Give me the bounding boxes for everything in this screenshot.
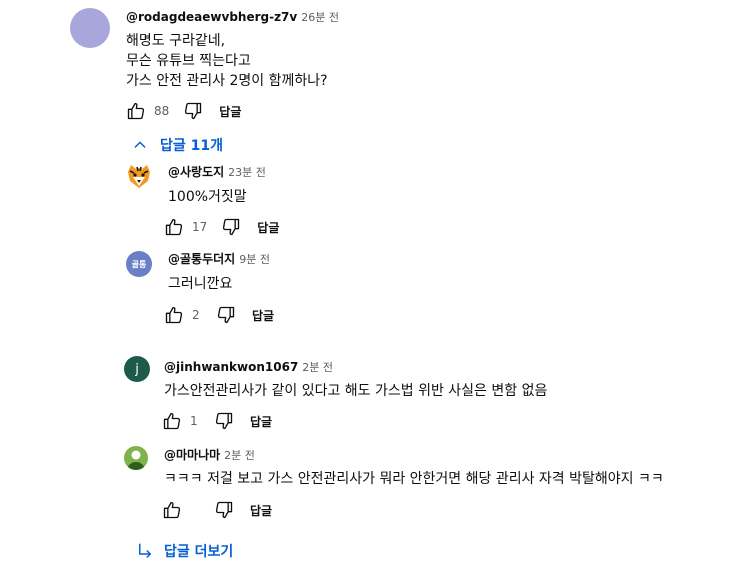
reply-time[interactable]: 23분 전 xyxy=(228,166,266,179)
dislike-button[interactable] xyxy=(212,409,236,433)
reply-button[interactable]: 답글 xyxy=(250,502,272,519)
like-button[interactable] xyxy=(124,99,148,123)
avatar-initials: 골통 xyxy=(131,259,147,269)
reply-author[interactable]: @마마나마 xyxy=(164,448,220,462)
avatar[interactable] xyxy=(124,446,148,470)
thumbs-down-icon xyxy=(215,501,233,519)
more-replies-label: 답글 더보기 xyxy=(164,544,234,560)
thumbs-down-icon xyxy=(223,218,240,236)
thumbs-up-icon xyxy=(127,102,145,120)
reply-actions: 17 답글 xyxy=(162,215,279,239)
reply-author[interactable]: @사랑도지 xyxy=(168,165,224,179)
reply-arrow-icon xyxy=(139,543,151,558)
thumbs-down-icon xyxy=(215,412,233,430)
more-replies-button[interactable]: 답글 더보기 xyxy=(136,541,233,561)
replies-toggle[interactable]: 답글 11개 xyxy=(132,135,223,155)
thumbs-up-icon xyxy=(163,412,181,430)
reply-header: @jinhwankwon1067 2분 전 xyxy=(164,359,333,376)
reply-item: @사랑도지 23분 전 100%거짓말 17 답글 xyxy=(0,160,740,240)
thumbs-down-icon xyxy=(217,306,235,324)
like-button[interactable] xyxy=(160,498,184,522)
reply-text: 그러니깐요 xyxy=(168,276,233,292)
reply-button[interactable]: 답글 xyxy=(257,219,279,236)
comment-author[interactable]: @rodagdeaewvbherg-z7v xyxy=(126,10,297,24)
comment-actions: 88 답글 xyxy=(124,99,241,123)
dislike-button[interactable] xyxy=(214,303,238,327)
reply-header: @마마나마 2분 전 xyxy=(164,447,255,464)
dislike-button[interactable] xyxy=(181,99,205,123)
dislike-button[interactable] xyxy=(212,498,236,522)
comment-thread: @rodagdeaewvbherg-z7v 26분 전 해명도 구라같네, 무슨 … xyxy=(0,0,740,160)
tiger-avatar-icon xyxy=(128,165,150,188)
chevron-up-icon xyxy=(134,141,146,148)
reply-author[interactable]: @골통두더지 xyxy=(168,252,235,266)
avatar[interactable]: 골통 xyxy=(126,251,152,277)
thumbs-up-icon xyxy=(163,501,181,519)
reply-actions: 1 답글 xyxy=(160,409,272,433)
reply-item: j @jinhwankwon1067 2분 전 가스안전관리사가 같이 있다고 해… xyxy=(0,350,740,435)
like-count: 17 xyxy=(192,220,208,234)
dislike-button[interactable] xyxy=(219,215,243,239)
reply-header: @골통두더지 9분 전 xyxy=(168,251,270,268)
like-button[interactable] xyxy=(162,215,186,239)
reply-item: 골통 @골통두더지 9분 전 그러니깐요 2 답글 xyxy=(0,245,740,330)
person-avatar-icon xyxy=(127,450,145,470)
like-count: 1 xyxy=(190,414,198,428)
reply-text: ㅋㅋㅋ 저걸 보고 가스 안전관리사가 뭐라 안한거면 해당 관리사 자격 박탈… xyxy=(164,471,664,487)
reply-item: @마마나마 2분 전 ㅋㅋㅋ 저걸 보고 가스 안전관리사가 뭐라 안한거면 해당… xyxy=(0,440,740,525)
like-button[interactable] xyxy=(162,303,186,327)
reply-text: 가스안전관리사가 같이 있다고 해도 가스법 위반 사실은 변함 없음 xyxy=(164,383,548,399)
reply-button[interactable]: 답글 xyxy=(250,413,272,430)
reply-author[interactable]: @jinhwankwon1067 xyxy=(164,360,298,374)
reply-time[interactable]: 2분 전 xyxy=(224,449,255,462)
reply-time[interactable]: 9분 전 xyxy=(239,253,270,266)
thumbs-down-icon xyxy=(185,102,202,120)
comment-text: 해명도 구라같네, 무슨 유튜브 찍는다고 가스 안전 관리사 2명이 함께하나… xyxy=(126,33,328,89)
reply-time[interactable]: 2분 전 xyxy=(302,361,333,374)
like-count: 2 xyxy=(192,308,200,322)
like-count: 88 xyxy=(154,104,170,118)
avatar[interactable]: j xyxy=(124,356,150,382)
avatar[interactable] xyxy=(70,8,110,48)
thumbs-up-icon xyxy=(165,218,183,236)
reply-text: 100%거짓말 xyxy=(168,189,247,205)
replies-toggle-label: 답글 11개 xyxy=(160,138,223,154)
reply-header: @사랑도지 23분 전 xyxy=(168,164,266,181)
reply-button[interactable]: 답글 xyxy=(252,307,274,324)
like-button[interactable] xyxy=(160,409,184,433)
avatar-initials: j xyxy=(135,361,139,377)
avatar[interactable] xyxy=(125,162,153,190)
comment-header: @rodagdeaewvbherg-z7v 26분 전 xyxy=(126,9,339,26)
reply-button[interactable]: 답글 xyxy=(219,103,241,120)
comment-time[interactable]: 26분 전 xyxy=(301,11,339,24)
thumbs-up-icon xyxy=(165,306,183,324)
reply-actions: 2 답글 xyxy=(162,303,274,327)
reply-actions: 답글 xyxy=(160,498,272,522)
